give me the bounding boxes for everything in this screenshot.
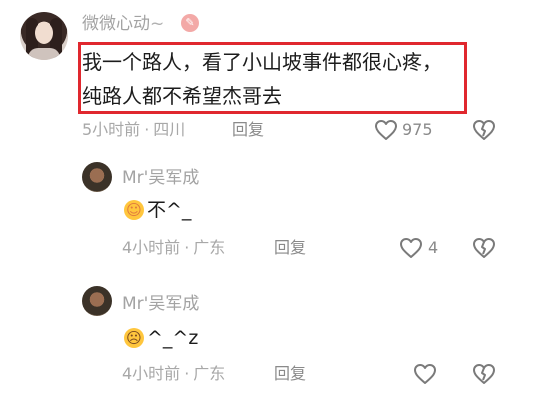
heart-outline-icon[interactable]	[399, 237, 423, 259]
heart-outline-icon[interactable]	[413, 363, 437, 385]
downcast-sweat-face-icon: ☹	[124, 328, 144, 348]
reply-username[interactable]: Mr'吴军成	[122, 168, 199, 188]
reply-avatar[interactable]	[82, 286, 112, 316]
reply-button[interactable]: 回复	[274, 364, 306, 384]
username-suffix: ~	[150, 14, 165, 34]
reply-button[interactable]: 回复	[232, 120, 264, 140]
comment-username[interactable]: 微微心动~	[82, 14, 164, 34]
heart-outline-icon[interactable]	[374, 119, 398, 141]
reply-text: ^_^z	[147, 327, 199, 349]
comment-thread: 微微心动~ ✎ 我一个路人，看了小山坡事件都很心疼， 纯路人都不希望杰哥去 5小…	[0, 0, 534, 404]
comment-time: 5小时前	[82, 120, 141, 139]
comment-location: 四川	[153, 120, 186, 139]
comment-text-line-2: 纯路人都不希望杰哥去	[82, 84, 282, 108]
reply-time: 4小时前	[122, 238, 181, 257]
like-count: 4	[428, 238, 439, 257]
broken-heart-outline-icon[interactable]	[472, 363, 496, 385]
reply-username[interactable]: Mr'吴军成	[122, 294, 199, 314]
avatar[interactable]	[20, 12, 68, 60]
broken-heart-outline-icon[interactable]	[472, 119, 496, 141]
comment-meta: 5小时前 · 四川	[82, 120, 186, 139]
reply-location: 广东	[193, 364, 226, 383]
reply-text: 不^_	[147, 199, 192, 221]
reply-button[interactable]: 回复	[274, 238, 306, 258]
reply-avatar[interactable]	[82, 162, 112, 192]
comment-text-line-1: 我一个路人，看了小山坡事件都很心疼，	[82, 50, 442, 74]
reply-location: 广东	[193, 238, 226, 257]
pink-badge-icon: ✎	[181, 14, 199, 32]
reply-meta: 4小时前 · 广东	[122, 364, 226, 383]
like-count: 975	[402, 120, 433, 139]
broken-heart-outline-icon[interactable]	[472, 237, 496, 259]
reply-meta: 4小时前 · 广东	[122, 238, 226, 257]
reply-time: 4小时前	[122, 364, 181, 383]
hugging-face-icon: ☺	[124, 200, 144, 220]
